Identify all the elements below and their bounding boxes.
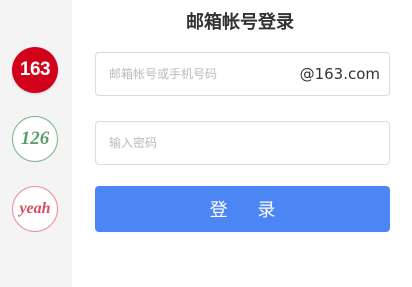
- mail-126-label: 126: [20, 128, 50, 149]
- login-button[interactable]: 登 录: [95, 186, 390, 232]
- mail-163-logo[interactable]: 163: [12, 47, 58, 93]
- mail-126-logo[interactable]: 126: [12, 116, 58, 162]
- username-input[interactable]: [109, 53, 299, 95]
- page-title: 邮箱帐号登录: [186, 12, 294, 33]
- password-input[interactable]: [109, 122, 379, 164]
- mail-163-label: 163: [19, 59, 51, 80]
- mail-yeah-logo[interactable]: yeah: [12, 186, 58, 232]
- username-field[interactable]: @163.com: [95, 52, 390, 96]
- password-field[interactable]: [95, 121, 390, 165]
- mail-yeah-label: yeah: [19, 200, 51, 217]
- domain-suffix: @163.com: [299, 65, 380, 83]
- mail-domain-sidebar: 163 126 yeah: [0, 0, 72, 287]
